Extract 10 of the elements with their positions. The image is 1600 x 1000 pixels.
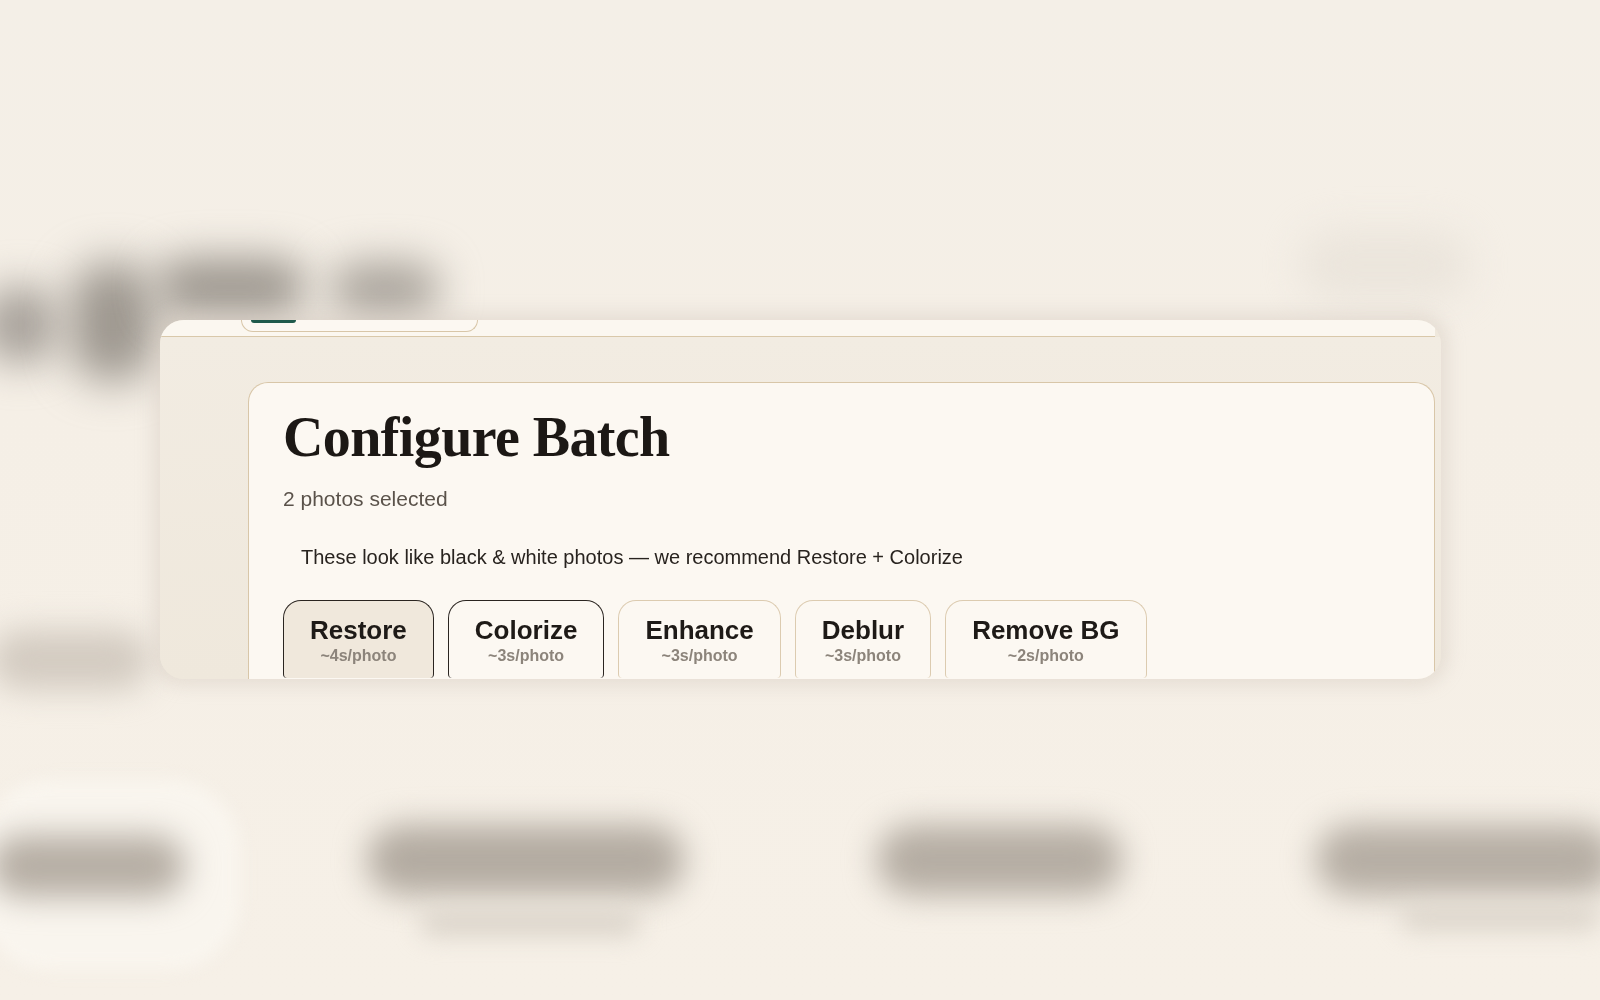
selection-count: 2 photos selected xyxy=(283,486,448,512)
operation-button[interactable]: Enhance ~3s/photo xyxy=(618,600,781,678)
recommendation-text: These look like black & white photos — we recommend Restore + Colorize xyxy=(300,545,964,570)
operation-button[interactable]: Restore ~4s/photo xyxy=(283,600,434,678)
operation-button[interactable]: Deblur ~3s/photo xyxy=(794,600,932,678)
card-title: Configure Batch xyxy=(283,406,670,468)
pill-tab[interactable] xyxy=(241,320,478,332)
operation-button[interactable]: Colorize ~3s/photo xyxy=(447,600,605,678)
operation-button[interactable]: Remove BG ~2s/photo xyxy=(945,600,1147,678)
sliver-icon xyxy=(251,320,296,323)
